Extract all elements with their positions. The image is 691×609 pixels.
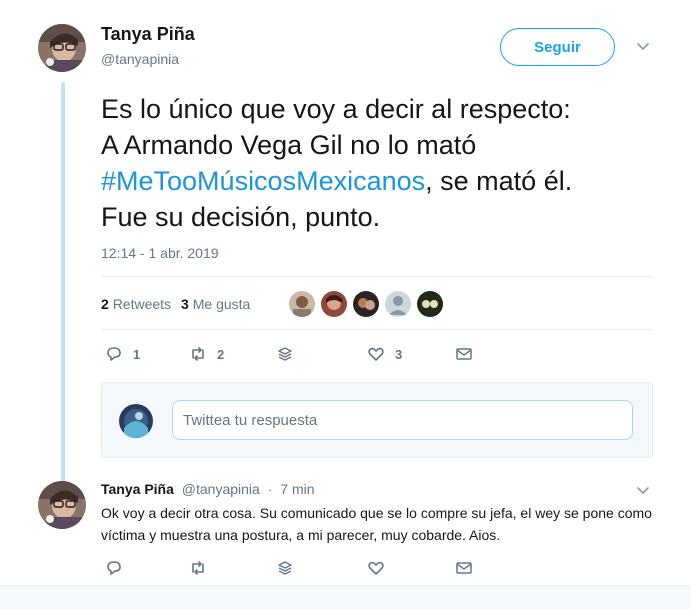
direct-message-action[interactable] bbox=[455, 345, 473, 363]
tweet-text-line: #MeTooMúsicosMexicanos, se mató él. bbox=[101, 163, 671, 199]
tweet-text-line: Es lo único que voy a decir al respecto: bbox=[101, 94, 571, 124]
liker-avatars bbox=[289, 291, 449, 317]
heart-icon bbox=[368, 347, 384, 361]
reply-icon bbox=[107, 347, 121, 361]
retweet-action[interactable] bbox=[189, 559, 207, 577]
reply-time[interactable]: 7 min bbox=[280, 481, 314, 497]
retweet-action[interactable]: 2 bbox=[189, 345, 224, 363]
reply-author-name[interactable]: Tanya Piña bbox=[101, 481, 174, 497]
reply-action[interactable]: 1 bbox=[105, 345, 140, 363]
reply-count: 1 bbox=[133, 346, 141, 362]
follow-button[interactable]: Seguir bbox=[500, 28, 615, 66]
reply-author-handle[interactable]: @tanyapinia bbox=[182, 481, 260, 497]
heart-icon bbox=[368, 561, 384, 575]
tweet-actions: 1 2 3 bbox=[101, 345, 501, 365]
stack-action[interactable] bbox=[276, 559, 294, 577]
stack-action[interactable] bbox=[276, 345, 294, 363]
tweet-text-line: Fue su decisión, punto. bbox=[101, 202, 381, 232]
chevron-down-icon[interactable] bbox=[636, 40, 650, 54]
reply-tweet-header: Tanya Piña @tanyapinia · 7 min bbox=[101, 481, 315, 497]
likes-label: Me gusta bbox=[192, 296, 251, 312]
tweet-text: Es lo único que voy a decir al respecto:… bbox=[101, 91, 671, 235]
reply-icon bbox=[107, 561, 121, 575]
reply-input[interactable]: Twittea tu respuesta bbox=[172, 400, 633, 440]
tweet-text-fragment: , se mató él. bbox=[425, 166, 573, 196]
author-handle[interactable]: @tanyapinia bbox=[101, 51, 195, 67]
liker-avatar[interactable] bbox=[353, 291, 379, 317]
reply-tweet-text: Ok voy a decir otra cosa. Su comunicado … bbox=[101, 505, 652, 543]
retweets-label: Retweets bbox=[112, 296, 172, 312]
tweet-author[interactable]: Tanya Piña @tanyapinia bbox=[101, 24, 195, 67]
current-user-avatar[interactable] bbox=[119, 404, 153, 438]
author-avatar[interactable] bbox=[38, 24, 86, 72]
tweet-timestamp[interactable]: 12:14 - 1 abr. 2019 bbox=[101, 245, 219, 261]
like-action[interactable]: 3 bbox=[367, 345, 402, 363]
time-separator: · bbox=[267, 481, 273, 497]
bottom-bar bbox=[0, 585, 691, 609]
retweets-stat[interactable]: 2 Retweets bbox=[101, 296, 171, 312]
chevron-down-icon[interactable] bbox=[636, 484, 650, 498]
stack-icon bbox=[278, 347, 292, 361]
retweet-icon bbox=[192, 561, 204, 575]
liker-avatar[interactable] bbox=[289, 291, 315, 317]
author-display-name[interactable]: Tanya Piña bbox=[101, 24, 195, 45]
reply-action[interactable] bbox=[105, 559, 123, 577]
envelope-icon bbox=[456, 562, 472, 574]
retweets-count: 2 bbox=[101, 296, 109, 312]
stack-icon bbox=[278, 561, 292, 575]
liker-avatar[interactable] bbox=[385, 291, 411, 317]
tweet-text-line: A Armando Vega Gil no lo mató bbox=[101, 130, 477, 160]
retweet-count: 2 bbox=[217, 346, 225, 362]
divider bbox=[101, 276, 653, 277]
like-count: 3 bbox=[395, 346, 403, 362]
retweet-icon bbox=[192, 347, 204, 361]
reply-compose-box: Twittea tu respuesta bbox=[101, 382, 653, 458]
liker-avatar[interactable] bbox=[321, 291, 347, 317]
hashtag-link[interactable]: #MeTooMúsicosMexicanos bbox=[101, 166, 425, 196]
reply-author-avatar[interactable] bbox=[38, 481, 86, 529]
like-action[interactable] bbox=[367, 559, 385, 577]
reply-tweet-actions bbox=[101, 559, 501, 579]
likes-count: 3 bbox=[181, 296, 189, 312]
tweet-stats: 2 Retweets 3 Me gusta bbox=[101, 291, 260, 317]
divider bbox=[101, 329, 653, 330]
direct-message-action[interactable] bbox=[455, 559, 473, 577]
envelope-icon bbox=[456, 348, 472, 360]
likes-stat[interactable]: 3 Me gusta bbox=[181, 296, 250, 312]
liker-avatar[interactable] bbox=[417, 291, 443, 317]
thread-connector-line bbox=[61, 82, 65, 482]
